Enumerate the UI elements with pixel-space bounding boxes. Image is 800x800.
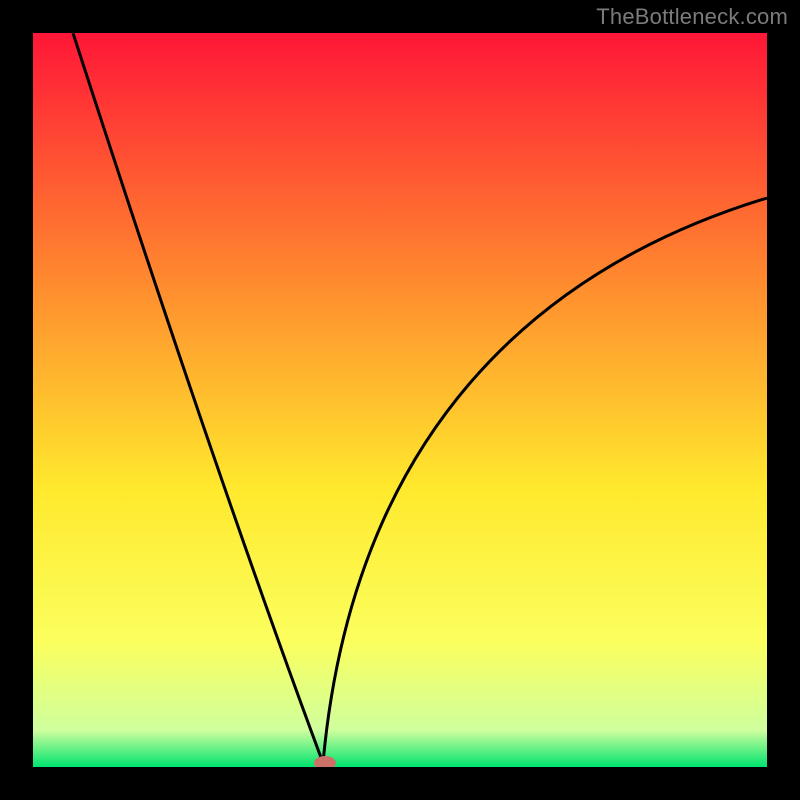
watermark-text: TheBottleneck.com: [596, 4, 788, 30]
chart-frame: TheBottleneck.com: [0, 0, 800, 800]
plot-area: [33, 33, 767, 767]
bottleneck-chart: [33, 33, 767, 767]
gradient-background: [33, 33, 767, 767]
